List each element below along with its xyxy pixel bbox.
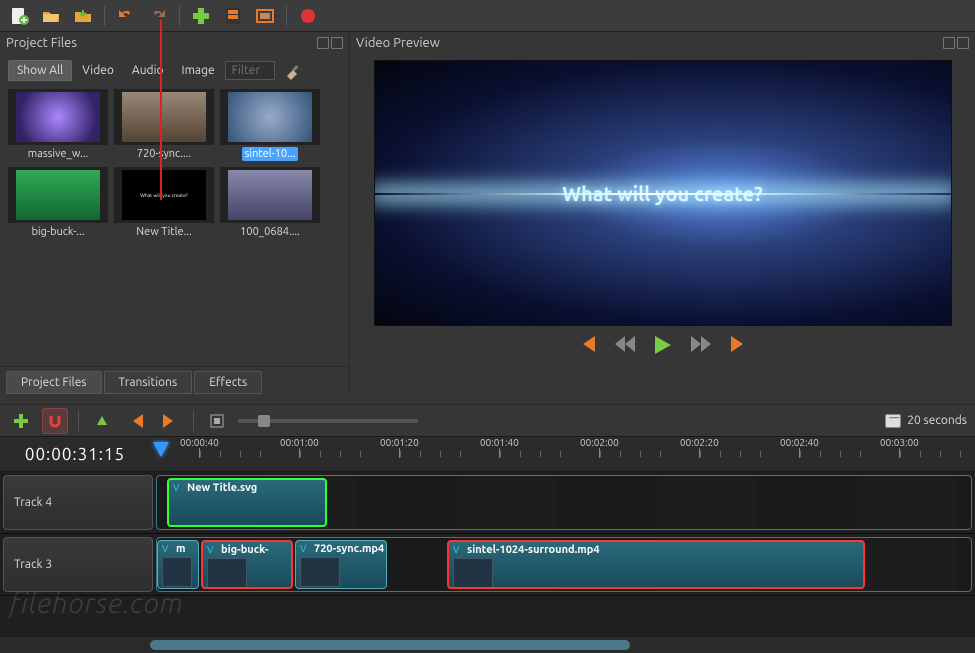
tab-transitions[interactable]: Transitions: [104, 371, 193, 394]
new-project-button[interactable]: [6, 3, 32, 29]
separator: [286, 6, 287, 26]
close-panel-icon[interactable]: [331, 37, 343, 49]
close-panel-icon[interactable]: [957, 37, 969, 49]
save-project-button[interactable]: [70, 3, 96, 29]
separator: [193, 411, 194, 431]
filter-tab-video[interactable]: Video: [74, 61, 122, 80]
splitter-handle[interactable]: ······: [0, 394, 975, 404]
export-video-button[interactable]: [295, 3, 321, 29]
fullscreen-button[interactable]: [252, 3, 278, 29]
track-row: Track 4 V New Title.svg: [0, 472, 975, 534]
track-header[interactable]: Track 3: [3, 537, 153, 592]
tab-effects[interactable]: Effects: [194, 371, 262, 394]
undock-icon[interactable]: [943, 37, 955, 49]
redo-button[interactable]: [145, 3, 171, 29]
clip-video-icon: V: [453, 544, 459, 555]
file-item[interactable]: 720-sync....: [114, 89, 214, 161]
filter-input[interactable]: [225, 61, 275, 80]
playhead-line[interactable]: [160, 20, 162, 200]
import-files-button[interactable]: [188, 3, 214, 29]
zoom-scale-label: 20 seconds: [907, 414, 967, 427]
play-button[interactable]: [653, 336, 673, 354]
next-marker-button[interactable]: [157, 408, 183, 434]
clip-thumbnail: [453, 558, 493, 588]
clip-video-icon: V: [207, 544, 213, 555]
project-tabs: Project Files Transitions Effects: [0, 366, 349, 394]
project-files-title: Project Files: [6, 36, 77, 50]
clip-label: big-buck-: [221, 544, 269, 556]
ruler-ticks[interactable]: 00:00:4000:01:0000:01:2000:01:4000:02:00…: [150, 437, 975, 471]
clip-thumbnail: [300, 557, 340, 587]
tab-project-files[interactable]: Project Files: [6, 371, 102, 394]
video-preview-title: Video Preview: [356, 36, 440, 50]
open-project-button[interactable]: [38, 3, 64, 29]
filter-tab-audio[interactable]: Audio: [124, 61, 172, 80]
jump-start-button[interactable]: [577, 336, 597, 354]
clip-label: 720-sync.mp4: [314, 543, 384, 555]
file-item[interactable]: 100_0684....: [220, 167, 320, 239]
video-preview-titlebar: Video Preview: [350, 32, 975, 54]
lens-flare-decoration: [375, 193, 951, 195]
file-item[interactable]: big-buck-...: [8, 167, 108, 239]
separator: [78, 411, 79, 431]
clear-filter-icon[interactable]: [283, 62, 301, 80]
current-timecode: 00:00:31:15: [0, 437, 150, 471]
timeline-clip[interactable]: V New Title.svg: [167, 478, 327, 527]
snap-button[interactable]: [42, 408, 68, 434]
file-item[interactable]: sintel-10...: [220, 89, 320, 161]
filter-row: Show All Video Audio Image: [0, 54, 349, 85]
file-item[interactable]: massive_w...: [8, 89, 108, 161]
playhead-icon[interactable]: [152, 441, 170, 459]
add-marker-button[interactable]: [89, 408, 115, 434]
timeline-clip[interactable]: Vm: [157, 540, 199, 589]
clip-label: New Title.svg: [187, 482, 257, 494]
clip-label: m: [176, 543, 185, 555]
timeline-toolbar: 20 seconds: [0, 404, 975, 436]
prev-marker-button[interactable]: [123, 408, 149, 434]
undock-icon[interactable]: [317, 37, 329, 49]
clip-video-icon: V: [162, 543, 168, 554]
choose-profile-button[interactable]: [220, 3, 246, 29]
clip-video-icon: V: [173, 482, 179, 493]
timeline-clip[interactable]: Vbig-buck-: [201, 540, 293, 589]
project-files-grid: massive_w... 720-sync.... sintel-10... b…: [0, 85, 349, 243]
playback-controls: [577, 326, 749, 358]
clip-label: sintel-1024-surround.mp4: [467, 544, 600, 556]
timeline-scrollbar[interactable]: [0, 637, 975, 653]
separator: [179, 6, 180, 26]
timeline-scrollbar-thumb[interactable]: [150, 640, 630, 650]
filter-tab-image[interactable]: Image: [174, 61, 223, 80]
clip-thumbnail: [207, 558, 247, 588]
filter-tab-show-all[interactable]: Show All: [8, 60, 72, 81]
timeline-clip[interactable]: V 720-sync.mp4: [295, 540, 387, 589]
separator: [104, 6, 105, 26]
clip-video-icon: V: [300, 543, 306, 554]
main-toolbar: [0, 0, 975, 32]
project-files-titlebar: Project Files: [0, 32, 349, 54]
center-playhead-button[interactable]: [204, 408, 230, 434]
add-track-button[interactable]: [8, 408, 34, 434]
zoom-scale-icon[interactable]: [885, 414, 901, 428]
track-row: Track 3VmVbig-buck-V720-sync.mp4Vsintel-…: [0, 534, 975, 596]
undo-button[interactable]: [113, 3, 139, 29]
timeline-ruler[interactable]: 00:00:31:15 00:00:4000:01:0000:01:2000:0…: [0, 436, 975, 472]
fast-forward-button[interactable]: [691, 336, 711, 354]
zoom-slider[interactable]: [238, 419, 418, 423]
video-preview-panel: Video Preview What will you create?: [350, 32, 975, 394]
track-body[interactable]: V New Title.svg: [156, 475, 972, 530]
clip-thumbnail: [162, 557, 192, 587]
jump-end-button[interactable]: [729, 336, 749, 354]
timeline-clip[interactable]: Vsintel-1024-surround.mp4: [447, 540, 865, 589]
timeline-tracks: filehorse.com Track 4VNew Title.svgTrack…: [0, 472, 975, 637]
zoom-slider-knob[interactable]: [258, 415, 270, 427]
file-item[interactable]: What will you create?New Title...: [114, 167, 214, 239]
track-body[interactable]: VmVbig-buck-V720-sync.mp4Vsintel-1024-su…: [156, 537, 972, 592]
project-files-panel: Project Files Show All Video Audio Image…: [0, 32, 350, 394]
rewind-button[interactable]: [615, 336, 635, 354]
track-header[interactable]: Track 4: [3, 475, 153, 530]
video-preview-frame[interactable]: What will you create?: [374, 60, 952, 326]
